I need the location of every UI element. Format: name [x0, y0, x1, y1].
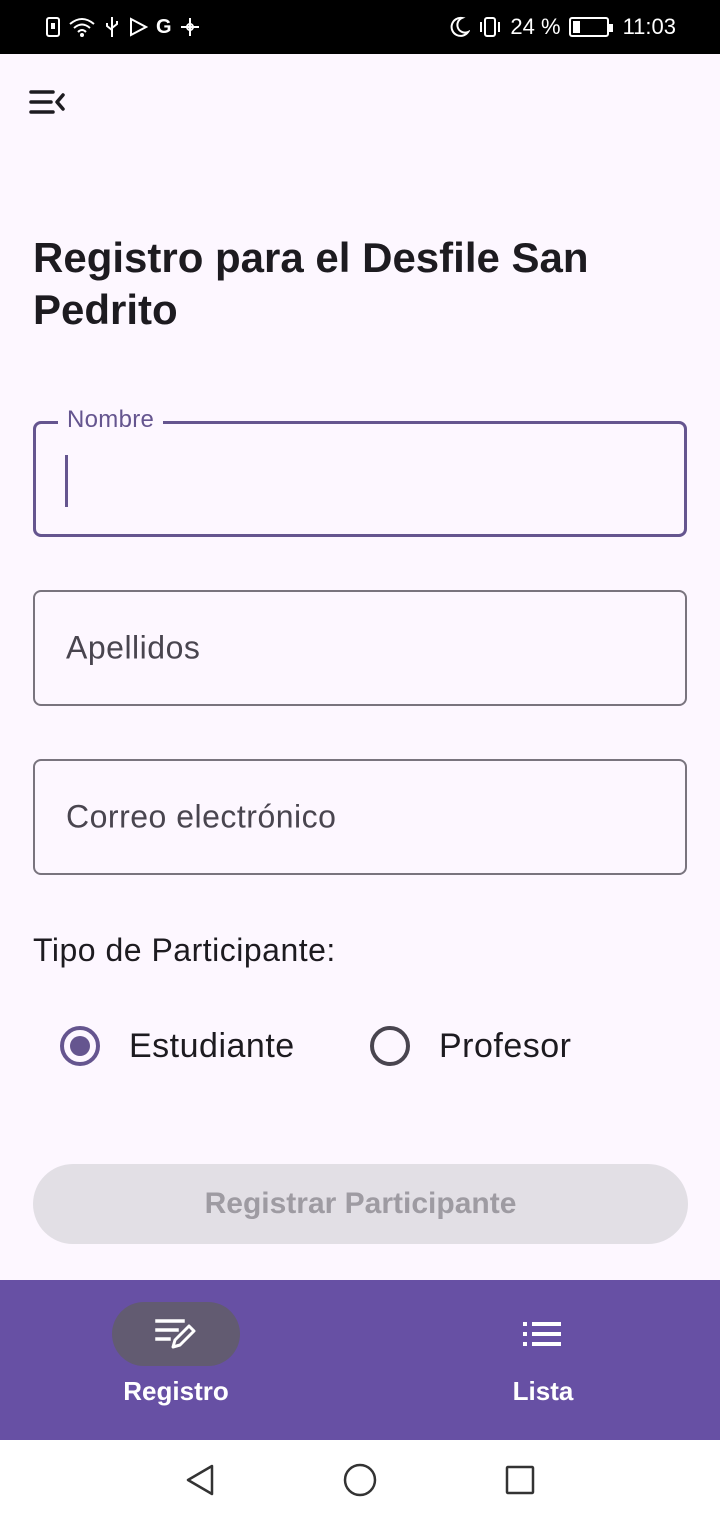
usb-icon [106, 17, 118, 37]
radio-estudiante-label: Estudiante [129, 1026, 295, 1065]
status-left-icons: G [46, 16, 200, 38]
nombre-field[interactable]: Nombre [33, 406, 687, 537]
apellidos-placeholder: Apellidos [66, 629, 201, 666]
apellidos-field[interactable]: Apellidos [33, 590, 687, 706]
home-button[interactable] [330, 1450, 390, 1510]
battery-icon [568, 17, 613, 37]
sim-icon [46, 17, 60, 37]
nav-label-lista: Lista [512, 1376, 574, 1406]
nombre-label: Nombre [58, 406, 164, 434]
google-icon: G [156, 16, 172, 38]
play-store-icon [130, 17, 148, 37]
text-cursor [65, 455, 68, 507]
pinwheel-icon [180, 18, 199, 36]
recents-button[interactable] [490, 1450, 550, 1510]
radio-profesor-label: Profesor [439, 1026, 572, 1065]
recents-square-icon [505, 1465, 535, 1495]
radio-selected-icon [60, 1026, 100, 1066]
battery-fill [572, 21, 581, 33]
menu-collapse-icon [29, 90, 65, 114]
menu-button[interactable] [22, 80, 74, 124]
radio-unselected-icon [370, 1026, 410, 1066]
bottom-navigation: Registro Lista [0, 1280, 720, 1440]
nav-item-lista[interactable]: Lista [360, 1280, 720, 1440]
home-circle-icon [343, 1463, 377, 1497]
radio-estudiante[interactable]: Estudiante [60, 1018, 295, 1074]
back-triangle-icon [186, 1464, 214, 1496]
status-bar: G 24 % 11:03 [0, 0, 720, 54]
correo-field[interactable]: Correo electrónico [33, 759, 687, 875]
nav-label-registro: Registro [123, 1376, 229, 1406]
participant-type-label: Tipo de Participante: [33, 932, 336, 968]
status-right-icons: 24 % 11:03 [448, 14, 676, 40]
vibrate-icon [480, 17, 501, 37]
wifi-icon [69, 18, 95, 37]
nav-active-indicator [112, 1302, 240, 1366]
edit-note-icon [155, 1319, 196, 1349]
correo-placeholder: Correo electrónico [66, 798, 337, 835]
battery-percent: 24 % [510, 14, 561, 39]
clock: 11:03 [622, 14, 676, 39]
register-button[interactable]: Registrar Participante [33, 1164, 688, 1244]
nav-item-registro[interactable]: Registro [0, 1280, 360, 1440]
do-not-disturb-moon-icon [451, 16, 471, 37]
radio-profesor[interactable]: Profesor [370, 1018, 572, 1074]
list-icon [523, 1322, 561, 1346]
system-navigation-bar [0, 1440, 720, 1520]
back-button[interactable] [170, 1450, 230, 1510]
page-title: Registro para el Desfile San Pedrito [33, 234, 589, 333]
nav-lista-icon-container [478, 1302, 606, 1366]
